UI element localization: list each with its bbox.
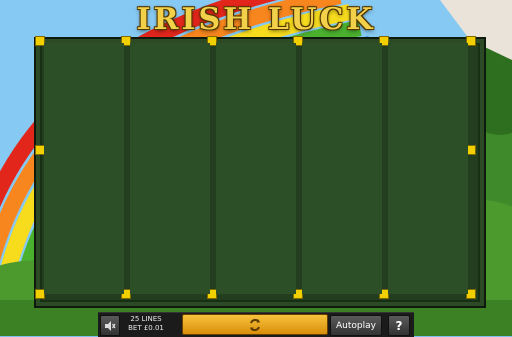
help-label: ? bbox=[395, 318, 403, 333]
help-button[interactable]: ? bbox=[388, 315, 410, 336]
reel-4 bbox=[302, 43, 382, 294]
autoplay-label: Autoplay bbox=[336, 320, 376, 331]
reel-1 bbox=[44, 43, 124, 294]
autoplay-button[interactable]: Autoplay bbox=[330, 315, 382, 336]
game-title: IRISH LUCK bbox=[136, 2, 376, 37]
spin-arrows-icon bbox=[250, 318, 260, 331]
spin-button[interactable] bbox=[182, 314, 328, 335]
lines-label: 25 LINES bbox=[130, 315, 162, 323]
reel-3 bbox=[216, 43, 296, 294]
bet-info[interactable]: 25 LINES BET £0.01 bbox=[123, 313, 169, 337]
reel-5 bbox=[388, 43, 468, 294]
reel-2 bbox=[130, 43, 210, 294]
bet-label: BET £0.01 bbox=[128, 324, 164, 332]
mute-button[interactable] bbox=[100, 315, 120, 336]
speaker-mute-icon bbox=[105, 320, 116, 331]
